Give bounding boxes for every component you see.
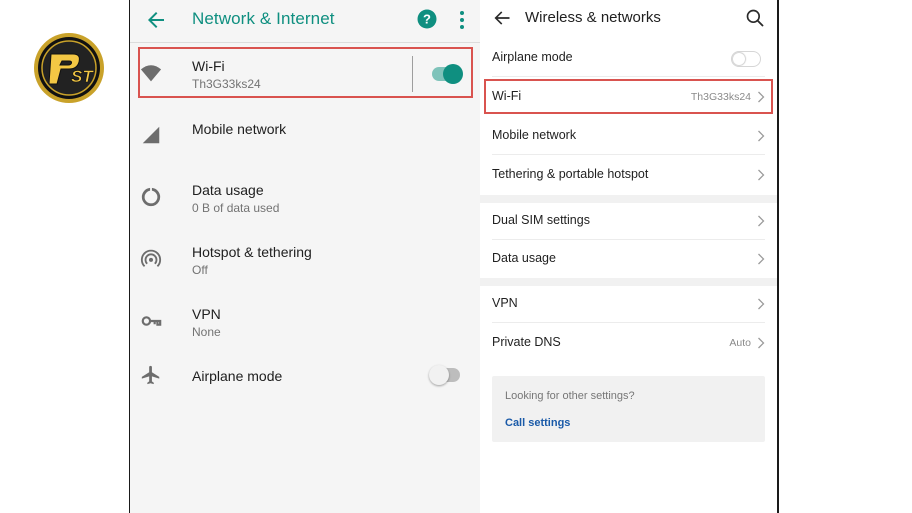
signal-icon xyxy=(142,126,160,144)
page-title: Network & Internet xyxy=(192,9,335,28)
other-settings-text: Looking for other settings? xyxy=(505,390,635,402)
mobile-network-label: Mobile network xyxy=(492,128,577,142)
right-header: Wireless & networks xyxy=(480,0,777,36)
help-circle-icon[interactable]: ? xyxy=(417,9,437,29)
vpn-label: VPN xyxy=(192,306,221,322)
wifi-toggle[interactable] xyxy=(432,64,463,84)
data-usage-label: Data usage xyxy=(192,182,264,198)
chevron-right-icon xyxy=(758,169,765,181)
hotspot-sub: Off xyxy=(192,263,208,277)
data-usage-sub: 0 B of data used xyxy=(192,201,280,215)
right-screen: Wireless & networks Airplane mode Wi-Fi … xyxy=(480,0,779,513)
airplane-mode-label: Airplane mode xyxy=(192,368,283,384)
wifi-setting-item[interactable]: Wi-Fi Th3G33ks24 xyxy=(130,46,480,102)
airplane-icon xyxy=(141,365,160,385)
vpn-item[interactable]: VPN None xyxy=(130,294,480,350)
svg-text:ST: ST xyxy=(71,67,94,86)
airplane-mode-item[interactable]: Airplane mode xyxy=(130,356,480,412)
wifi-label: Wi-Fi xyxy=(192,58,225,74)
data-usage-item[interactable]: Data usage 0 B of data used xyxy=(130,170,480,226)
chevron-right-icon xyxy=(758,298,765,310)
wifi-row[interactable]: Wi-Fi Th3G33ks24 xyxy=(480,78,777,116)
mobile-network-label: Mobile network xyxy=(192,121,287,137)
row-divider xyxy=(492,154,765,155)
hotspot-icon xyxy=(140,249,162,267)
wifi-network-name: Th3G33ks24 xyxy=(192,77,261,91)
private-dns-value: Auto xyxy=(729,337,751,349)
data-usage-label: Data usage xyxy=(492,251,556,265)
dual-sim-label: Dual SIM settings xyxy=(492,213,590,227)
arrow-left-icon[interactable] xyxy=(144,8,168,32)
airplane-mode-row[interactable]: Airplane mode xyxy=(480,39,777,77)
key-icon xyxy=(141,316,162,326)
dual-sim-row[interactable]: Dual SIM settings xyxy=(480,202,777,240)
vpn-label: VPN xyxy=(492,296,518,310)
airplane-mode-toggle[interactable] xyxy=(731,51,761,67)
chevron-right-icon xyxy=(758,253,765,265)
chevron-right-icon xyxy=(758,130,765,142)
pst-logo: ST xyxy=(34,33,104,103)
svg-text:?: ? xyxy=(423,12,431,27)
airplane-mode-label: Airplane mode xyxy=(492,50,573,64)
left-screen: Network & Internet ? Wi-Fi Th3G33ks24 Mo… xyxy=(129,0,480,513)
wifi-separator xyxy=(412,56,413,92)
header-divider xyxy=(130,42,480,43)
airplane-mode-toggle[interactable] xyxy=(429,365,460,385)
wifi-label: Wi-Fi xyxy=(492,89,522,103)
private-dns-row[interactable]: Private DNS Auto xyxy=(480,324,777,362)
page-title: Wireless & networks xyxy=(525,9,661,26)
mobile-network-row[interactable]: Mobile network xyxy=(480,117,777,155)
arrow-left-icon[interactable] xyxy=(492,8,512,28)
call-settings-link[interactable]: Call settings xyxy=(505,417,570,429)
mobile-network-item[interactable]: Mobile network xyxy=(130,108,480,164)
chevron-right-icon xyxy=(758,337,765,349)
tethering-label: Tethering & portable hotspot xyxy=(492,167,649,181)
private-dns-label: Private DNS xyxy=(492,335,561,349)
vpn-sub: None xyxy=(192,325,221,339)
data-usage-icon xyxy=(141,187,161,207)
more-vert-icon[interactable] xyxy=(459,10,465,30)
row-divider xyxy=(492,76,765,77)
hotspot-item[interactable]: Hotspot & tethering Off xyxy=(130,232,480,288)
chevron-right-icon xyxy=(758,91,765,103)
chevron-right-icon xyxy=(758,215,765,227)
wifi-network-name: Th3G33ks24 xyxy=(690,91,751,103)
toggle-knob xyxy=(443,64,463,84)
wifi-icon xyxy=(140,65,162,82)
toggle-knob xyxy=(733,53,745,65)
hotspot-label: Hotspot & tethering xyxy=(192,244,312,260)
search-icon[interactable] xyxy=(745,8,765,28)
row-divider xyxy=(492,322,765,323)
vpn-row[interactable]: VPN xyxy=(480,285,777,323)
toggle-knob xyxy=(429,365,449,385)
left-header: Network & Internet ? xyxy=(130,0,480,40)
tethering-row[interactable]: Tethering & portable hotspot xyxy=(480,156,777,194)
other-settings-card: Looking for other settings? Call setting… xyxy=(492,376,765,442)
data-usage-row[interactable]: Data usage xyxy=(480,240,777,278)
